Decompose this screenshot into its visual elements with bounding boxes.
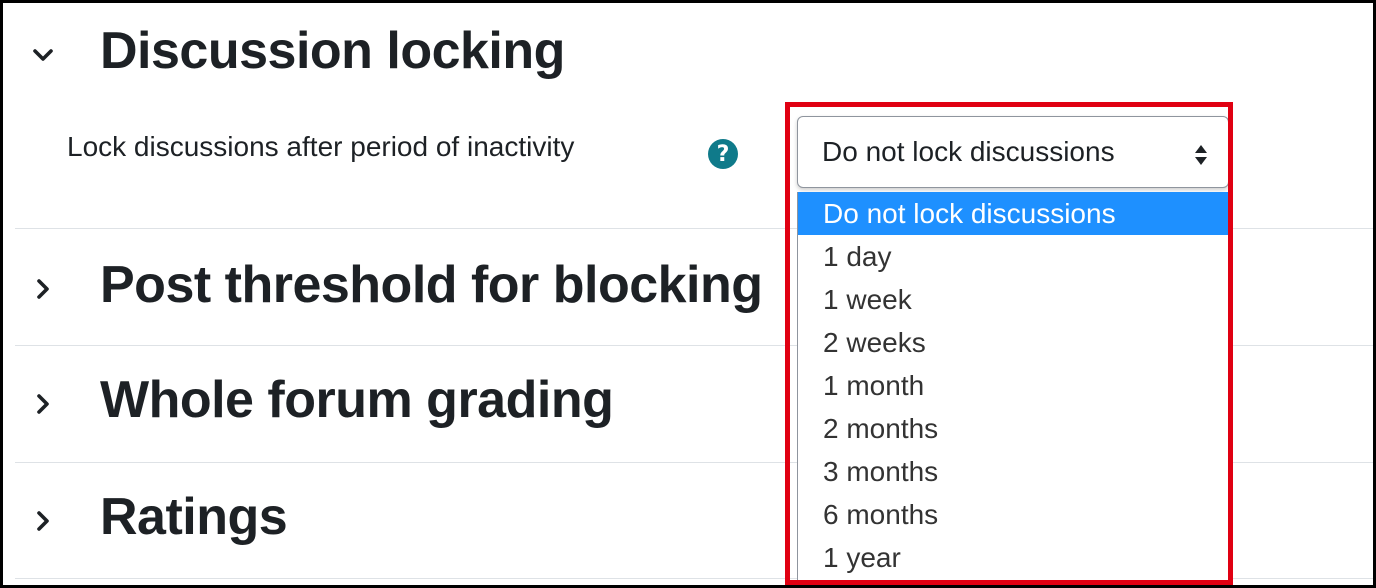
section-title: Post threshold for blocking — [100, 256, 763, 314]
lock-period-dropdown: Do not lock discussions 1 day 1 week 2 w… — [797, 192, 1229, 582]
lock-period-select[interactable]: Do not lock discussions — [797, 116, 1229, 188]
select-value: Do not lock discussions — [822, 136, 1115, 167]
chevron-down-icon[interactable] — [31, 43, 55, 67]
option-1-month[interactable]: 1 month — [798, 364, 1228, 407]
option-do-not-lock[interactable]: Do not lock discussions — [798, 192, 1228, 235]
chevron-right-icon[interactable] — [31, 509, 55, 533]
section-header-discussion-locking[interactable]: Discussion locking — [3, 3, 1373, 103]
option-2-weeks[interactable]: 2 weeks — [798, 321, 1228, 364]
option-1-week[interactable]: 1 week — [798, 278, 1228, 321]
section-title: Whole forum grading — [100, 371, 614, 429]
chevron-right-icon[interactable] — [31, 277, 55, 301]
option-1-year[interactable]: 1 year — [798, 536, 1228, 579]
field-label: Lock discussions after period of inactiv… — [67, 131, 575, 162]
chevron-right-icon[interactable] — [31, 392, 55, 416]
option-3-months[interactable]: 3 months — [798, 450, 1228, 493]
section-title: Discussion locking — [100, 22, 565, 80]
section-title: Ratings — [100, 488, 288, 546]
sort-arrows-icon — [1194, 141, 1208, 173]
form-panel: Discussion locking Lock discussions afte… — [0, 0, 1376, 588]
option-1-day[interactable]: 1 day — [798, 235, 1228, 278]
option-2-months[interactable]: 2 months — [798, 407, 1228, 450]
option-6-months[interactable]: 6 months — [798, 493, 1228, 536]
question-circle-icon[interactable]: ? — [708, 139, 738, 169]
